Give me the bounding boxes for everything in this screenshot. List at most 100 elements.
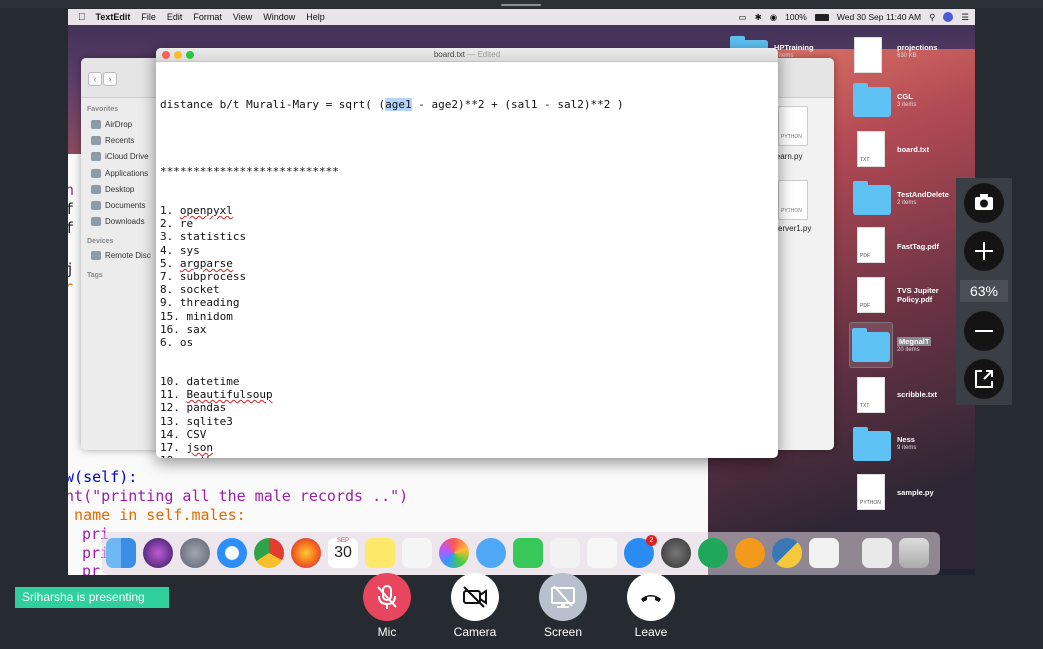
pdf-file-icon[interactable]: PDF — [857, 277, 885, 313]
zoom-level: 63% — [960, 280, 1008, 302]
bluetooth-icon[interactable]: ✱ — [755, 12, 762, 23]
txt-file-icon[interactable]: TXT — [857, 131, 885, 167]
minimize-button[interactable] — [174, 51, 182, 59]
plus-icon — [975, 242, 993, 260]
desktop-item-scribble[interactable]: scribble.txt — [897, 390, 937, 399]
battery-text[interactable]: 100% — [785, 12, 807, 22]
chrome-icon[interactable] — [254, 538, 284, 568]
facetime-icon[interactable] — [513, 538, 543, 568]
screen-share-button[interactable] — [539, 573, 587, 621]
firefox-icon[interactable] — [291, 538, 321, 568]
desktop-item-tvs[interactable]: TVS Jupiter Policy.pdf — [897, 286, 959, 304]
apple-icon[interactable]:  — [78, 12, 86, 23]
textedit-titlebar[interactable]: board.txt — Edited — [156, 48, 778, 62]
file-icon-learn[interactable]: PYTHON — [778, 106, 808, 146]
back-button[interactable]: ‹ — [88, 72, 102, 86]
clock[interactable]: Wed 30 Sep 11:40 AM — [837, 12, 921, 22]
list-item-name: os — [179, 336, 194, 349]
document-icon[interactable] — [854, 37, 882, 73]
folder-icon[interactable] — [852, 328, 890, 362]
txt-file-icon[interactable]: TXT — [857, 377, 885, 413]
disc-icon — [91, 251, 101, 260]
keynote-icon[interactable] — [550, 538, 580, 568]
zoom-button[interactable] — [186, 51, 194, 59]
safari-icon[interactable] — [217, 538, 247, 568]
pdf-file-icon[interactable]: PDF — [857, 227, 885, 263]
file-icon-server[interactable]: PYTHON — [778, 180, 808, 220]
calendar-icon[interactable]: SEP 30 — [328, 538, 358, 568]
sidebar-item-applications[interactable]: Applications — [91, 169, 148, 178]
numbers-icon[interactable] — [587, 538, 617, 568]
wifi-icon[interactable]: ◉ — [770, 12, 777, 23]
messages-icon[interactable] — [476, 538, 506, 568]
menu-file[interactable]: File — [141, 12, 156, 22]
spotlight-icon[interactable]: ⚲ — [929, 12, 935, 23]
list-item-name: threading — [179, 296, 240, 310]
menu-help[interactable]: Help — [306, 12, 325, 22]
code-fragment: lf — [68, 219, 75, 237]
preview-icon[interactable] — [862, 538, 892, 568]
list-item-name: json — [186, 441, 214, 454]
reminders-icon[interactable] — [402, 538, 432, 568]
document-body[interactable]: distance b/t Murali-Mary = sqrt( (age1 -… — [160, 68, 778, 458]
desktop-item-megnal[interactable]: MegnalT 20 items — [897, 337, 932, 355]
list-item-name: argparse — [179, 256, 233, 270]
list-item-name: re — [179, 217, 194, 231]
leave-button[interactable] — [627, 573, 675, 621]
folder-icon[interactable] — [853, 181, 891, 215]
menu-app-name[interactable]: TextEdit — [96, 12, 131, 22]
photos-icon[interactable] — [439, 538, 469, 568]
app-icon[interactable] — [735, 538, 765, 568]
file-label-learn[interactable]: learn.py — [774, 152, 802, 161]
system-preferences-icon[interactable] — [661, 538, 691, 568]
folder-icon[interactable] — [853, 83, 891, 117]
sidebar-item-recents[interactable]: Recents — [91, 136, 134, 145]
trash-icon[interactable] — [899, 538, 929, 568]
desktop-item-sample[interactable]: sample.py — [897, 488, 934, 497]
airplay-icon[interactable]: ▭ — [739, 12, 747, 23]
file-label-server[interactable]: server1.py — [774, 224, 811, 233]
sidebar-item-downloads[interactable]: Downloads — [91, 217, 145, 226]
desktop-item-fasttag[interactable]: FastTag.pdf — [897, 242, 939, 251]
screenshot-button[interactable] — [964, 183, 1004, 223]
siri-icon[interactable] — [943, 12, 954, 22]
atom-icon[interactable] — [698, 538, 728, 568]
notes-icon[interactable] — [365, 538, 395, 568]
sidebar-item-desktop[interactable]: Desktop — [91, 185, 134, 194]
list-item-number: 15. — [160, 309, 180, 323]
desktop-item-projections[interactable]: projections 630 KB — [897, 43, 937, 61]
menu-edit[interactable]: Edit — [167, 12, 183, 22]
sidebar-item-documents[interactable]: Documents — [91, 201, 145, 210]
launchpad-icon[interactable] — [180, 538, 210, 568]
desktop-item-ness[interactable]: Ness 9 items — [897, 435, 916, 453]
textedit-icon[interactable] — [809, 538, 839, 568]
desktop-item-cgl[interactable]: CGL 3 items — [897, 92, 916, 110]
zoom-in-button[interactable] — [964, 231, 1004, 271]
drag-handle[interactable] — [501, 4, 541, 6]
appstore-icon[interactable]: 2 — [624, 535, 657, 568]
zoom-out-button[interactable] — [964, 311, 1004, 351]
finder-icon[interactable] — [106, 538, 136, 568]
menu-format[interactable]: Format — [193, 12, 222, 22]
menu-window[interactable]: Window — [263, 12, 295, 22]
python-file-icon[interactable]: PYTHON — [857, 474, 885, 510]
menu-view[interactable]: View — [233, 12, 252, 22]
sidebar-item-icloud[interactable]: iCloud Drive — [91, 152, 149, 161]
popout-button[interactable] — [964, 359, 1004, 399]
mic-button[interactable] — [363, 573, 411, 621]
folder-icon[interactable] — [853, 427, 891, 461]
forward-button[interactable]: › — [103, 72, 117, 86]
list-item-number: 16. — [160, 322, 180, 336]
camera-button[interactable] — [451, 573, 499, 621]
close-button[interactable] — [162, 51, 170, 59]
sidebar-item-remote-disc[interactable]: Remote Disc — [91, 251, 151, 260]
desktop-item-testanddelete[interactable]: TestAndDelete 2 items — [897, 190, 949, 208]
notification-center-icon[interactable]: ☰ — [961, 12, 969, 23]
siri-icon[interactable] — [143, 538, 173, 568]
python-icon[interactable] — [772, 538, 802, 568]
list-item: 14. CSV — [160, 428, 206, 441]
desktop-item-board[interactable]: board.txt — [897, 145, 929, 154]
sidebar-heading-tags: Tags — [87, 272, 103, 279]
sidebar-item-airdrop[interactable]: AirDrop — [91, 120, 132, 129]
desktop-item-hptraining[interactable]: HPTraining 4 items — [774, 43, 814, 61]
